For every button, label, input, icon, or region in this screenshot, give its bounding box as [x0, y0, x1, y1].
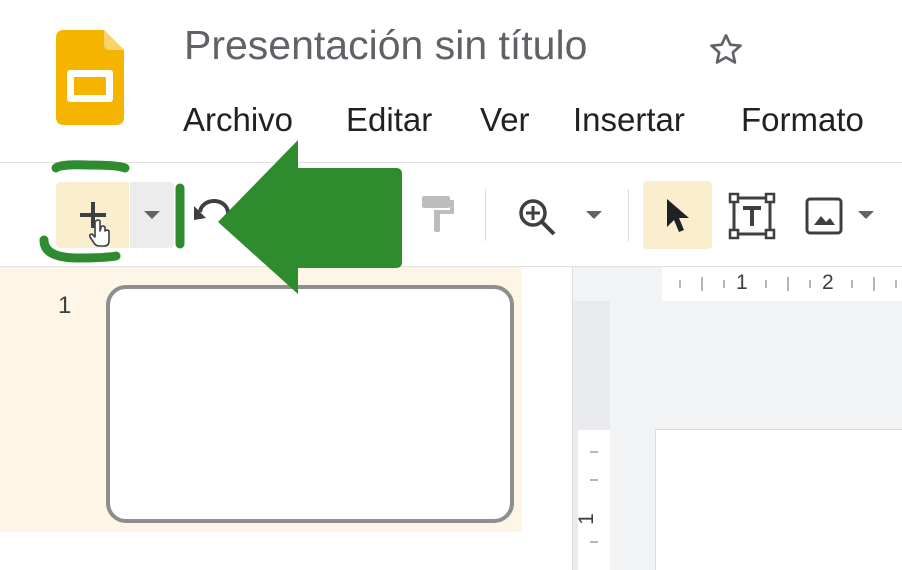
ruler-corner	[573, 267, 662, 301]
select-tool-button[interactable]	[643, 181, 712, 249]
menu-archivo[interactable]: Archivo	[183, 101, 293, 139]
slide-canvas[interactable]	[656, 430, 902, 570]
ruler-top[interactable]	[662, 267, 902, 301]
chevron-down-icon	[144, 211, 160, 219]
slide-number: 1	[58, 292, 72, 319]
cursor-select-icon	[667, 199, 689, 232]
toolbar-separator	[485, 189, 486, 241]
ruler-left-active	[578, 430, 610, 570]
paint-format-icon[interactable]	[418, 192, 458, 236]
ruler-ticks	[679, 277, 897, 291]
menu-editar[interactable]: Editar	[346, 101, 432, 139]
hand-cursor-icon	[88, 219, 110, 247]
menu-formato[interactable]: Formato	[741, 101, 864, 139]
chevron-down-icon[interactable]	[584, 208, 604, 222]
star-icon[interactable]	[706, 30, 746, 70]
ruler-ticks	[590, 451, 598, 543]
new-slide-layout-dropdown[interactable]	[130, 182, 174, 248]
ruler-label: 1	[736, 271, 748, 294]
google-slides-logo-icon[interactable]	[56, 30, 124, 125]
ruler-label: 1	[574, 513, 598, 525]
menu-insertar[interactable]: Insertar	[573, 101, 685, 139]
zoom-icon[interactable]	[516, 196, 558, 238]
toolbar-separator	[628, 189, 629, 241]
header-divider	[0, 162, 902, 163]
slide-thumbnail[interactable]	[106, 285, 514, 523]
image-icon[interactable]	[804, 196, 844, 236]
menu-ver[interactable]: Ver	[480, 101, 530, 139]
new-slide-button[interactable]	[56, 182, 129, 248]
undo-icon[interactable]	[192, 198, 232, 232]
text-box-icon[interactable]	[728, 192, 776, 240]
chevron-down-icon[interactable]	[856, 208, 876, 222]
document-title[interactable]: Presentación sin título	[184, 22, 587, 69]
ruler-label: 2	[822, 271, 834, 294]
